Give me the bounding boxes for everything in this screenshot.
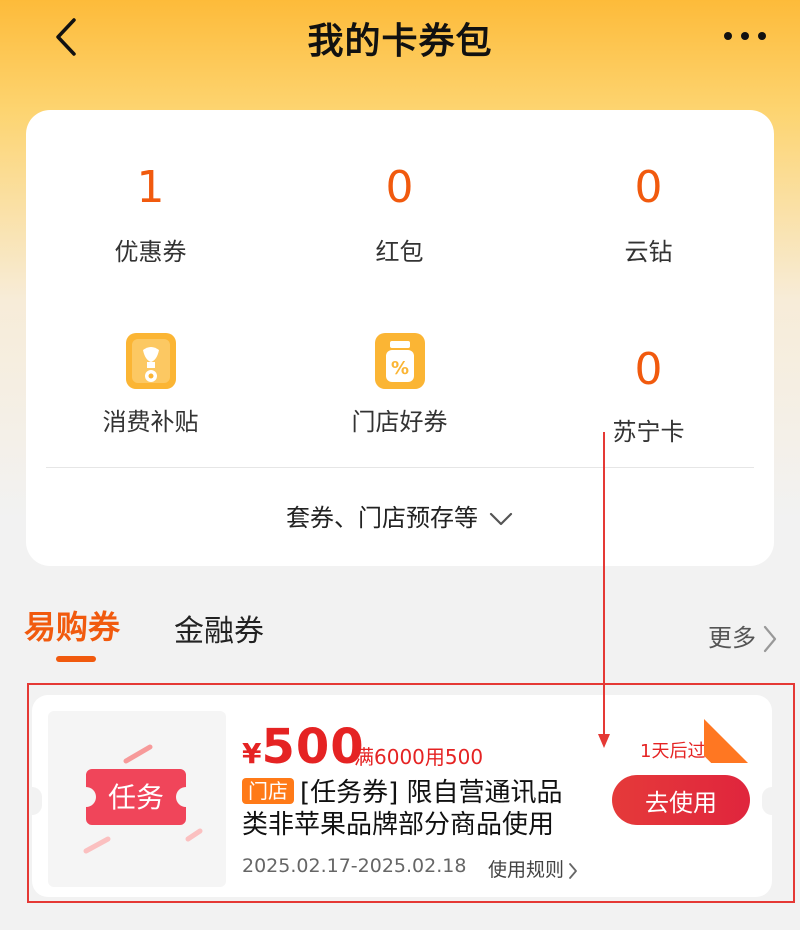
stat-cloud-diamonds-label: 云钻 <box>624 238 673 266</box>
stat-coupons-label: 优惠券 <box>114 238 187 266</box>
stat-suning-card-value: 0 <box>634 344 663 395</box>
more-link-label: 更多 <box>708 624 756 652</box>
stat-red-packets-value: 0 <box>385 162 414 213</box>
chevron-right-icon <box>763 625 777 653</box>
stat-cloud-diamonds[interactable]: 0 云钻 <box>524 160 773 267</box>
stat-red-packets[interactable]: 0 红包 <box>275 160 524 267</box>
tab-finance-coupons[interactable]: 金融券 <box>174 606 264 650</box>
divider <box>46 467 754 468</box>
chevron-down-icon <box>489 512 513 526</box>
more-dots-icon[interactable] <box>720 24 770 48</box>
stat-suning-card[interactable]: 0 苏宁卡 <box>524 342 773 447</box>
stat-coupons[interactable]: 1 优惠券 <box>26 160 275 267</box>
expand-more-types-label: 套券、门店预存等 <box>286 504 478 532</box>
stat-consumer-subsidy[interactable]: 消费补贴 <box>26 332 275 437</box>
stat-store-coupons[interactable]: % 门店好券 <box>275 332 524 437</box>
stat-red-packets-label: 红包 <box>375 238 424 266</box>
stat-coupons-value: 1 <box>136 162 165 213</box>
stat-suning-card-label: 苏宁卡 <box>612 418 685 446</box>
header: 我的卡券包 <box>0 0 800 80</box>
wallet-summary-card: 1 优惠券 0 红包 0 云钻 消费补贴 % 门店好券 0 苏宁卡 套券、门店预… <box>26 110 774 566</box>
stat-consumer-subsidy-label: 消费补贴 <box>102 408 199 436</box>
tab-active-indicator <box>56 656 96 662</box>
annotation-arrow-icon <box>598 432 610 748</box>
tab-yigou-coupons[interactable]: 易购券 <box>24 602 120 648</box>
more-link[interactable]: 更多 <box>708 618 778 654</box>
stat-store-coupons-label: 门店好券 <box>351 408 448 436</box>
annotation-highlight-box <box>27 683 795 903</box>
store-coupon-icon: % <box>374 333 425 389</box>
expand-more-types[interactable]: 套券、门店预存等 <box>26 498 774 533</box>
consumer-subsidy-icon <box>125 333 176 389</box>
page-title: 我的卡券包 <box>307 21 493 62</box>
svg-text:%: % <box>390 358 408 379</box>
stat-cloud-diamonds-value: 0 <box>634 162 663 213</box>
